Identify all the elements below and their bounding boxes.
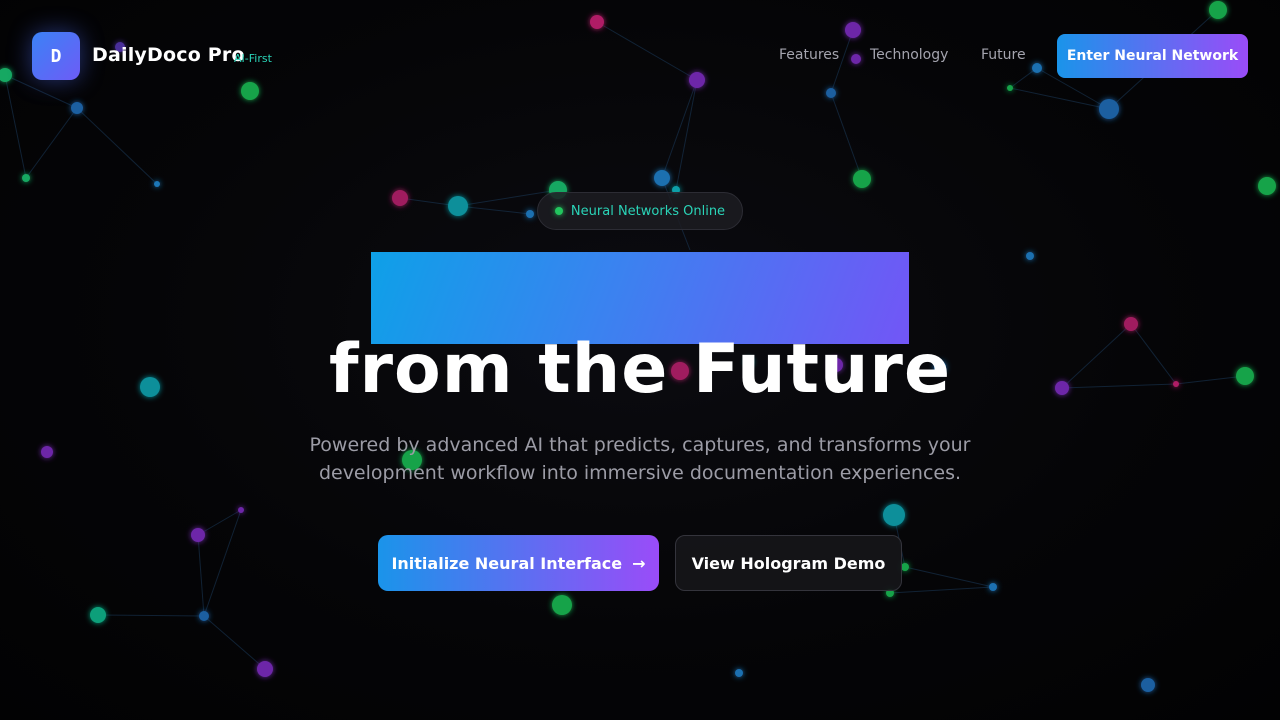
enter-neural-network-button[interactable]: Enter Neural Network <box>1057 34 1248 78</box>
hero-subtitle: Powered by advanced AI that predicts, ca… <box>309 434 971 484</box>
arrow-right-icon: → <box>632 553 646 573</box>
nav-features[interactable]: Features <box>779 47 839 63</box>
logo-letter: D <box>50 45 62 67</box>
status-badge: Neural Networks Online <box>537 192 743 230</box>
view-hologram-demo-button[interactable]: View Hologram Demo <box>675 535 902 591</box>
primary-button-label: Initialize Neural Interface <box>391 553 623 573</box>
brand-tag: AI-First <box>234 52 272 65</box>
nav-technology[interactable]: Technology <box>870 47 948 63</box>
status-badge-label: Neural Networks Online <box>570 203 726 219</box>
initialize-neural-interface-button[interactable]: Initialize Neural Interface → <box>378 535 659 591</box>
landing-page: D DailyDoco Pro AI-First Features Techno… <box>0 0 1280 720</box>
nav-future[interactable]: Future <box>981 47 1026 63</box>
hero-title: from the Future <box>328 330 952 409</box>
logo[interactable]: D <box>32 32 80 80</box>
status-dot-icon <box>554 207 563 215</box>
brand-name[interactable]: DailyDoco Pro <box>92 44 245 66</box>
